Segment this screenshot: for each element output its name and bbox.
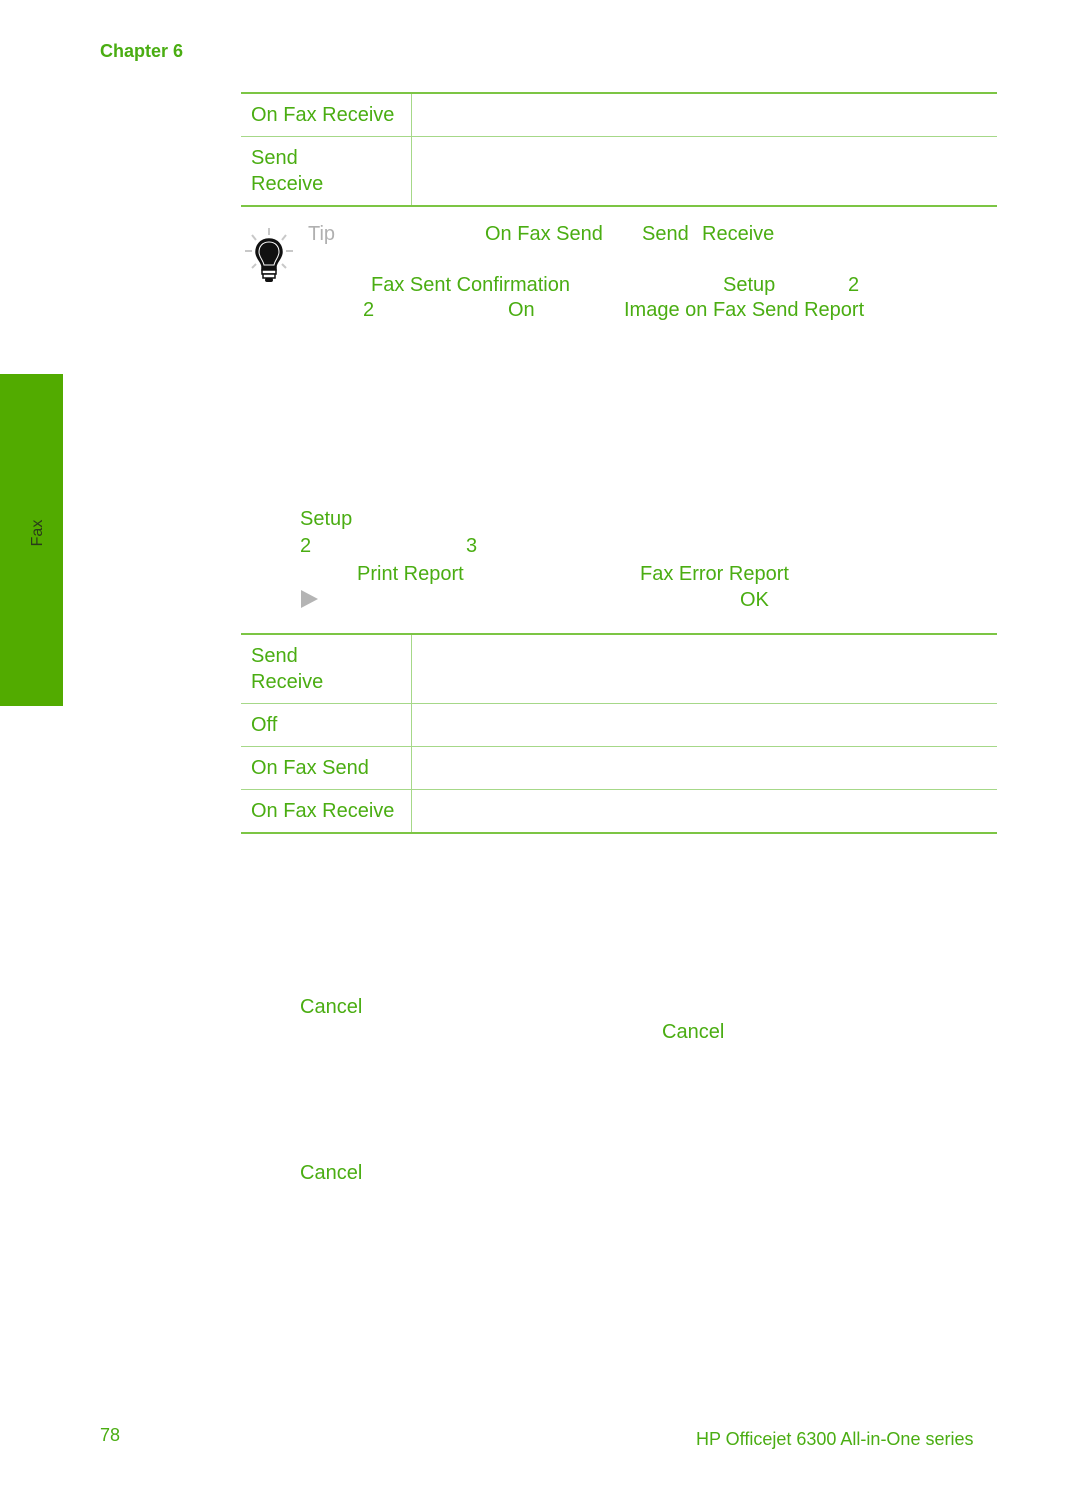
step-setup: Setup: [300, 508, 353, 530]
step-ok: OK: [740, 589, 769, 611]
tip-image-report: Image on Fax Send Report: [624, 299, 865, 321]
settings-table-2: Send Receive Off On Fax Send On Fax Rece…: [241, 633, 997, 834]
tip-send: Send: [642, 223, 689, 245]
cell-text: Receive: [251, 671, 324, 693]
table-row: Off: [241, 704, 997, 747]
tip-on-fax-send: On Fax Send: [485, 223, 603, 245]
table-cell-label: On Fax Receive: [241, 94, 412, 136]
lightbulb-icon: [244, 226, 294, 284]
table-cell-description: [412, 137, 997, 205]
tip-number: 2: [363, 299, 375, 321]
cancel-text: Cancel: [300, 1162, 363, 1184]
tip-number: 2: [848, 274, 860, 296]
table-cell-label: Send Receive: [241, 635, 412, 703]
page-number: 78: [100, 1425, 121, 1445]
table-cell-description: [412, 790, 997, 832]
step-print-report: Print Report: [357, 563, 464, 585]
tip-on: On: [508, 299, 535, 321]
tip-setup: Setup: [723, 274, 776, 296]
cell-text: On Fax Receive: [251, 104, 395, 126]
cell-text: On Fax Send: [251, 757, 369, 779]
table-cell-description: [412, 747, 997, 789]
cell-text: Off: [251, 714, 278, 736]
product-name: HP Officejet 6300 All-in-One series: [696, 1429, 974, 1449]
step-number: 2: [300, 535, 312, 557]
cancel-text: Cancel: [300, 996, 363, 1018]
table-row: Send Receive: [241, 137, 997, 205]
cell-text: Receive: [251, 173, 324, 195]
step-fax-error-report: Fax Error Report: [640, 563, 789, 585]
table-cell-label: Send Receive: [241, 137, 412, 205]
table-row: On Fax Receive: [241, 790, 997, 832]
table-cell-label: Off: [241, 704, 412, 746]
tip-fax-sent-confirmation: Fax Sent Confirmation: [371, 274, 570, 296]
table-row: On Fax Receive: [241, 94, 997, 137]
table-cell-label: On Fax Send: [241, 747, 412, 789]
table-row: On Fax Send: [241, 747, 997, 790]
table-cell-description: [412, 704, 997, 746]
settings-table-1: On Fax Receive Send Receive: [241, 92, 997, 207]
chapter-heading: Chapter 6: [100, 41, 184, 61]
table-row: Send Receive: [241, 635, 997, 704]
table-cell-description: [412, 94, 997, 136]
chapter-tab-label: Fax: [29, 519, 46, 547]
table-cell-description: [412, 635, 997, 703]
cell-text: Send: [251, 645, 298, 667]
table-cell-label: On Fax Receive: [241, 790, 412, 832]
step-number: 3: [466, 535, 478, 557]
right-arrow-icon: [301, 590, 318, 608]
cancel-text: Cancel: [662, 1021, 725, 1043]
cell-text: On Fax Receive: [251, 800, 395, 822]
cell-text: Send: [251, 147, 298, 169]
tip-receive: Receive: [702, 223, 775, 245]
tip-label: Tip: [308, 223, 336, 245]
